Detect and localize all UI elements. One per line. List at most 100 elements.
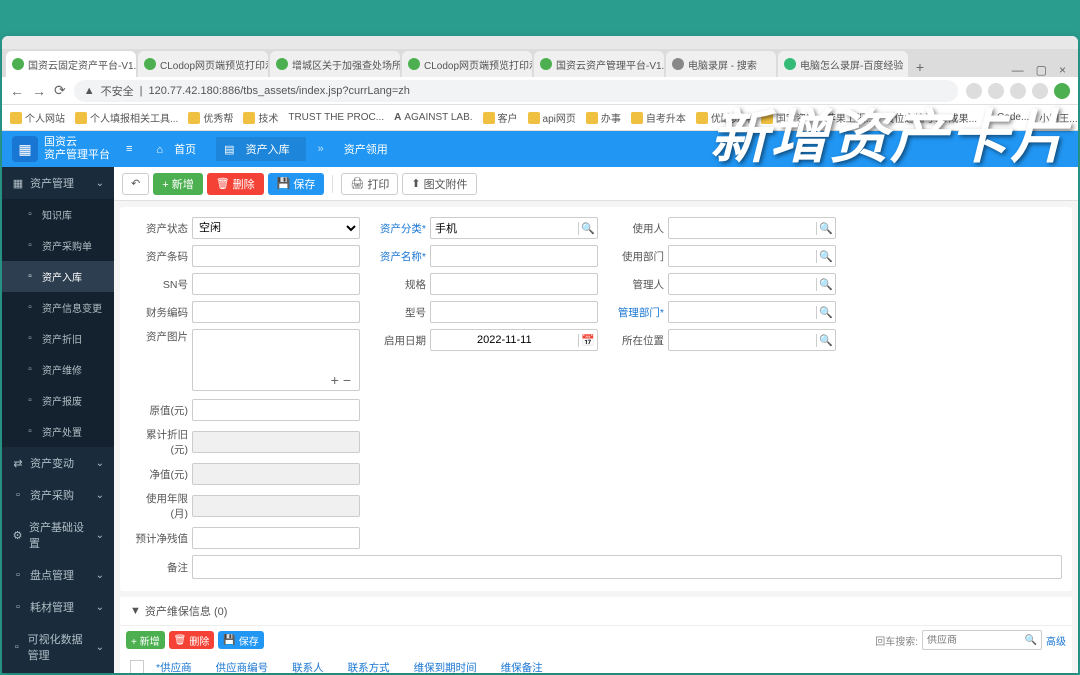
add-button[interactable]: + 新增 [153,173,202,195]
col-expiry[interactable]: 维保到期时间 [414,660,477,673]
sidebar-item-repair[interactable]: ▫资产维修 [2,354,114,385]
extension-icon[interactable] [1032,83,1048,99]
attachment-button[interactable]: ⬆图文附件 [402,173,476,195]
section-delete-button[interactable]: 🗑删除 [169,631,215,649]
model-input[interactable] [430,301,598,323]
back-button[interactable]: ↶ [122,173,149,195]
sidebar-item-asset-in[interactable]: ▫资产入库 [2,261,114,292]
search-icon[interactable]: 🔍 [816,306,835,319]
image-upload[interactable]: +− [192,329,360,391]
bookmark-item[interactable]: 个人网站 [10,110,65,125]
sidebar-item-visualization[interactable]: ▫可视化数据管理⌄ [2,623,114,671]
calendar-icon[interactable]: 📅 [578,334,597,347]
browser-tab[interactable]: 电脑怎么录屏-百度经验 [778,51,908,77]
bookmark-item[interactable]: AAGAINST LAB. [394,112,472,123]
sidebar-item-asset-change[interactable]: ⇄资产变动⌄ [2,447,114,479]
search-icon[interactable]: 🔍 [578,222,597,235]
location-lookup[interactable]: 🔍 [668,329,836,351]
mgrdept-lookup[interactable]: 🔍 [668,301,836,323]
add-image-icon[interactable]: + [331,372,343,388]
spec-input[interactable] [430,273,598,295]
maximize-icon[interactable]: ▢ [1036,63,1047,77]
startdate-input[interactable]: 📅 [430,329,598,351]
sidebar-item-procurement[interactable]: ▫资产采购⌄ [2,479,114,511]
price-input[interactable] [192,399,360,421]
barcode-input[interactable] [192,245,360,267]
breadcrumb-home[interactable]: ⌂ 首页 [148,137,212,161]
user-lookup[interactable]: 🔍 [668,217,836,239]
search-icon[interactable]: 🔍 [1025,635,1037,646]
browser-tab[interactable]: CLodop网页端预览打印示例 [402,51,532,77]
section-header[interactable]: ▼资产维保信息 (0) [120,597,1072,626]
sidebar-item-consumables[interactable]: ▫耗材管理⌄ [2,591,114,623]
sidebar-item-asset-mgmt[interactable]: ▦资产管理⌄ [2,167,114,199]
sidebar-item-approval[interactable]: ▫审批管理⌄ [2,671,114,673]
mgr-lookup[interactable]: 🔍 [668,273,836,295]
close-window-icon[interactable]: × [1059,63,1066,77]
sidebar-item-knowledge[interactable]: ▫知识库 [2,199,114,230]
bookmark-item[interactable]: 货位之编号?-?成果... [884,110,977,125]
status-select[interactable]: 空闲 [192,217,360,239]
extension-icon[interactable] [1010,83,1026,99]
back-button[interactable]: ← [10,83,24,99]
browser-tab[interactable]: 国资云资产管理平台-V1.0.0 [534,51,664,77]
sidebar-item-depreciation[interactable]: ▫资产折旧 [2,323,114,354]
browser-tab[interactable]: 电脑录屏 - 搜索 [666,51,776,77]
sidebar-item-disposal[interactable]: ▫资产处置 [2,416,114,447]
extension-icon[interactable] [966,83,982,99]
dept-lookup[interactable]: 🔍 [668,245,836,267]
bookmark-item[interactable]: 优秀帮 [188,110,233,125]
col-phone[interactable]: 联系方式 [348,660,390,673]
col-contact[interactable]: 联系人 [292,660,324,673]
section-add-button[interactable]: + 新增 [126,631,165,649]
sn-input[interactable] [192,273,360,295]
bookmark-item[interactable]: 个人填报相关工具... [75,110,178,125]
estnet-input[interactable] [192,527,360,549]
search-icon[interactable]: 🔍 [816,250,835,263]
bookmark-item[interactable]: 客户 [483,110,518,125]
sidebar-item-inventory[interactable]: ▫盘点管理⌄ [2,559,114,591]
browser-tab[interactable]: 增城区关于加强查处场所管控的... [270,51,400,77]
minimize-icon[interactable]: — [1012,63,1024,77]
search-icon[interactable]: 🔍 [816,278,835,291]
search-icon[interactable]: 🔍 [816,334,835,347]
advanced-search-link[interactable]: 高级 [1046,633,1066,648]
browser-tab[interactable]: CLodop网页端预览打印示例_2 [138,51,268,77]
extension-icon[interactable] [1054,83,1070,99]
bookmark-item[interactable]: 苹果上报... [826,110,874,125]
save-button[interactable]: 💾保存 [268,173,325,195]
col-remark[interactable]: 维保备注 [501,660,543,673]
breadcrumb-item[interactable]: 资产领用 [336,137,396,161]
col-supplier[interactable]: *供应商 [156,660,192,673]
bookmark-item[interactable]: 国定资产 [761,110,816,125]
section-save-button[interactable]: 💾保存 [218,631,263,649]
bookmark-item[interactable]: TRUST THE PROC... [288,112,384,123]
name-input[interactable] [430,245,598,267]
delete-button[interactable]: 🗑删除 [207,173,264,195]
sidebar-item-purchase-order[interactable]: ▫资产采购单 [2,230,114,261]
section-search-input[interactable]: 🔍 [922,630,1042,650]
search-icon[interactable]: 🔍 [816,222,835,235]
remove-image-icon[interactable]: − [343,372,355,388]
sidebar-item-info-change[interactable]: ▫资产信息变更 [2,292,114,323]
print-button[interactable]: 🖨打印 [341,173,398,195]
sidebar-item-base-settings[interactable]: ⚙资产基础设置⌄ [2,511,114,559]
menu-toggle-icon[interactable]: ≡ [126,143,132,155]
select-all-checkbox[interactable] [130,660,144,673]
reload-button[interactable]: ⟳ [54,82,66,99]
new-tab-button[interactable]: + [910,57,930,77]
address-field[interactable]: ▲ 不安全 | 120.77.42.180:886/tbs_assets/ind… [74,80,958,102]
breadcrumb-item[interactable]: ▤ 资产入库 [216,137,305,161]
sidebar-item-scrap[interactable]: ▫资产报废 [2,385,114,416]
bookmark-item[interactable]: →Code... [987,112,1029,123]
bookmark-item[interactable]: 办事 [586,110,621,125]
bookmark-item[interactable]: 技术 [243,110,278,125]
bookmark-item[interactable]: 优酷资料 [696,110,751,125]
fincode-input[interactable] [192,301,360,323]
col-supplier-no[interactable]: 供应商编号 [216,660,269,673]
bookmark-item[interactable]: api网页 [528,110,576,125]
extension-icon[interactable] [988,83,1004,99]
bookmark-item[interactable]: 自考升本 [631,110,686,125]
remark-input[interactable] [192,555,1062,579]
bookmark-item[interactable]: 小朋王... [1039,110,1077,125]
